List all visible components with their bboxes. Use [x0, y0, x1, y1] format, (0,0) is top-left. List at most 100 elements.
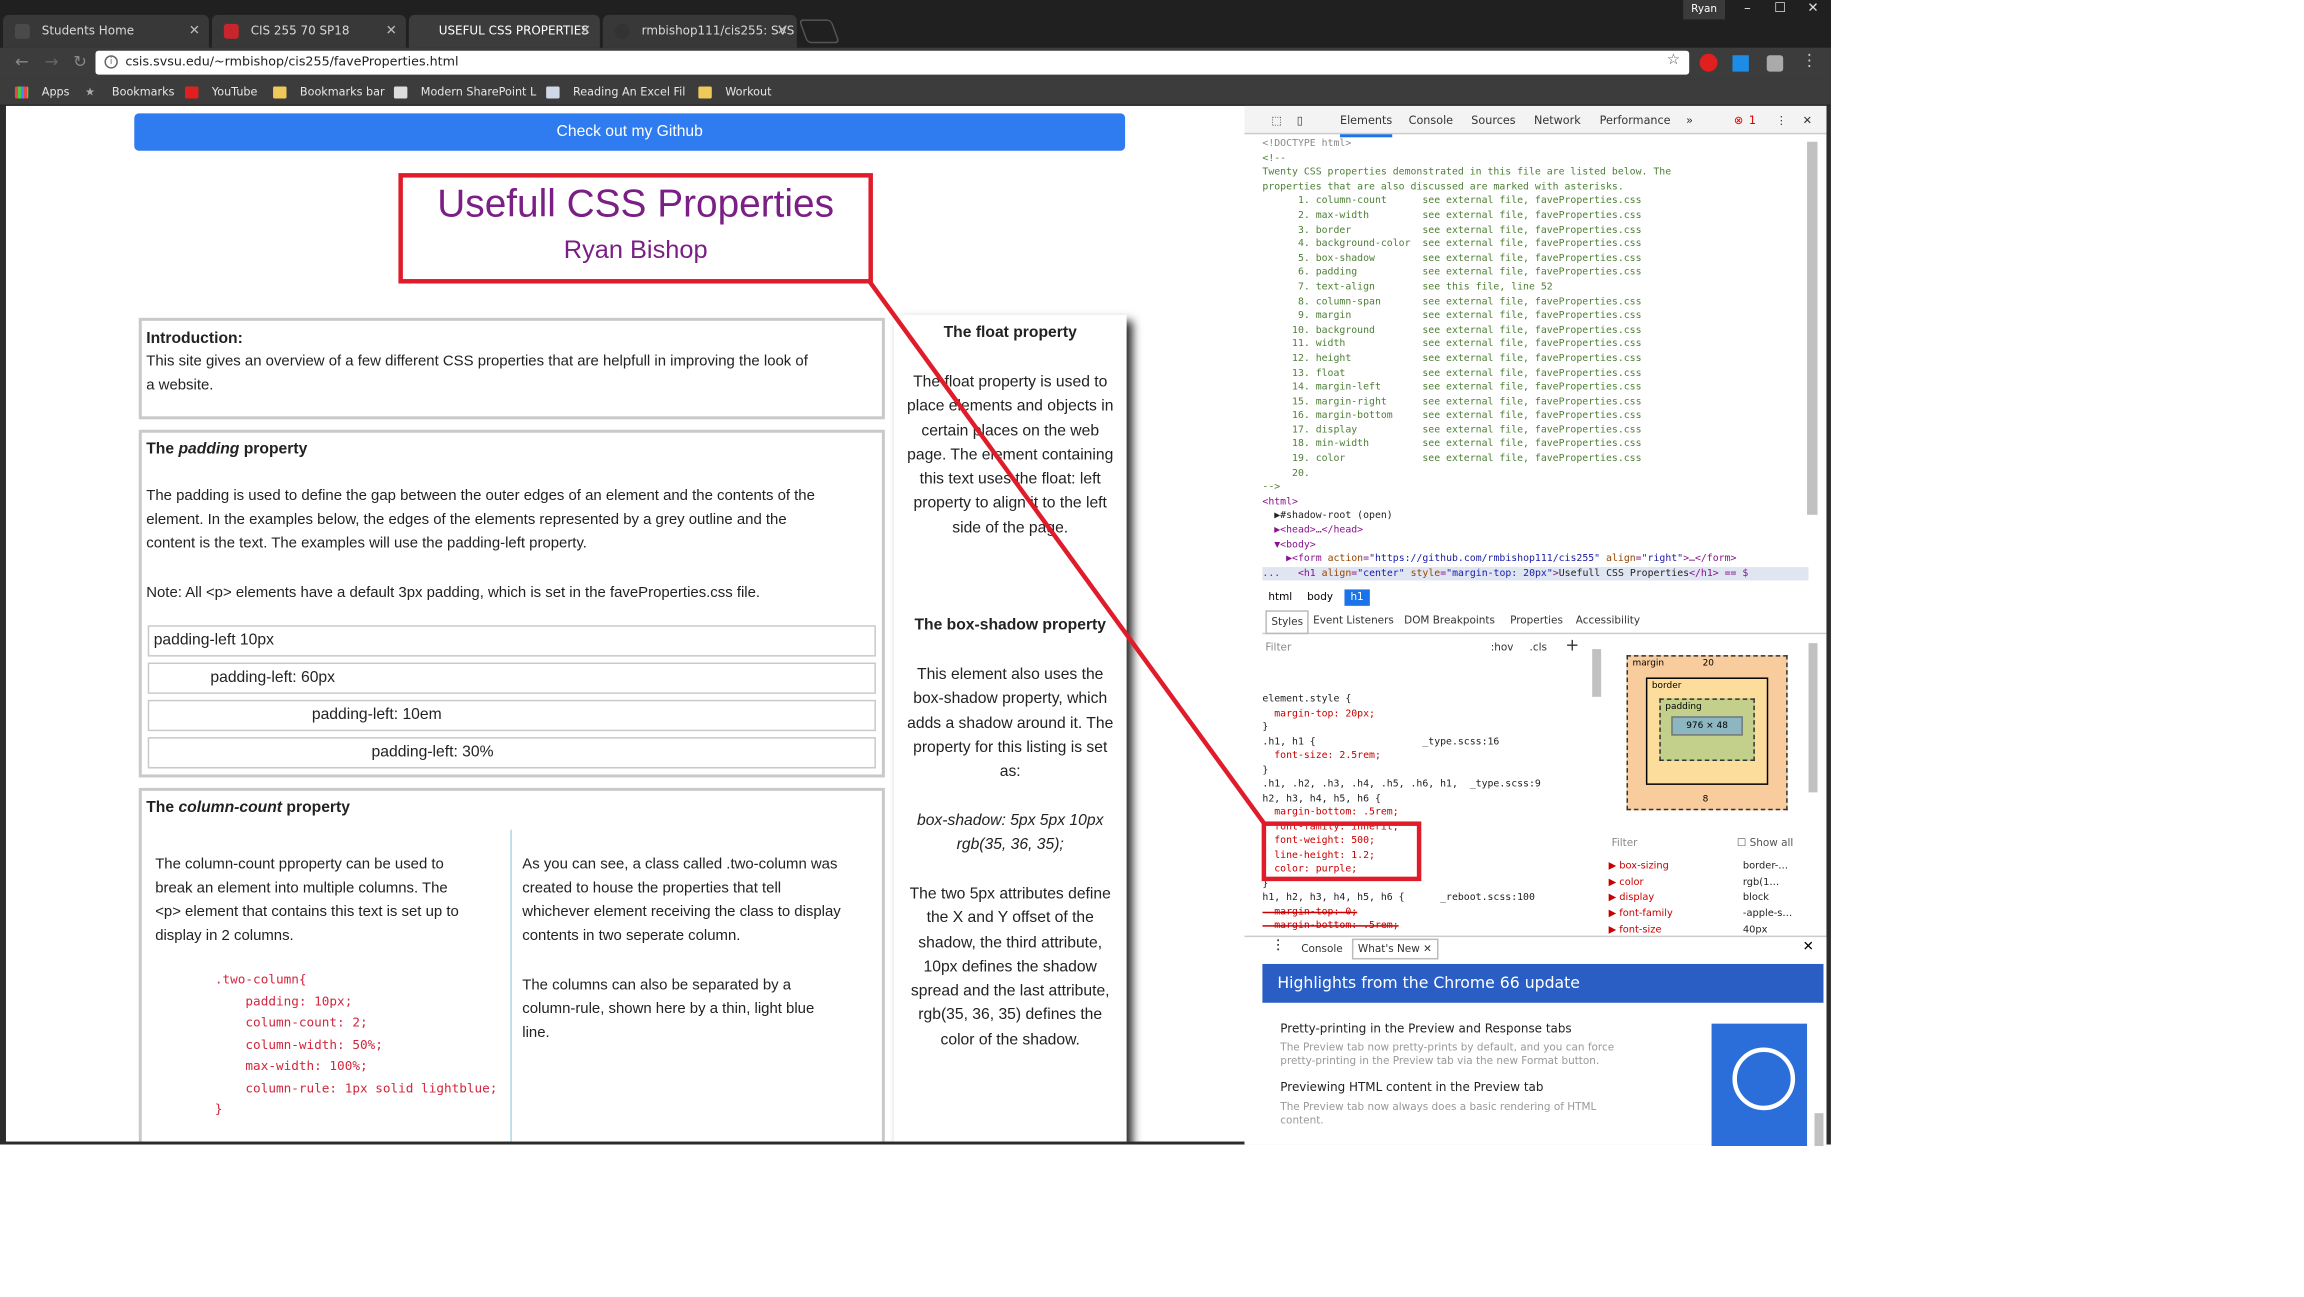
html-node[interactable]: <html>: [1262, 495, 1808, 509]
crumb-html[interactable]: html: [1268, 589, 1292, 605]
github-icon: [614, 23, 630, 39]
float-card: The float property The float property is…: [893, 314, 1127, 1142]
kebab-menu-icon[interactable]: ⋮: [1776, 106, 1787, 134]
subtab-event-listeners[interactable]: Event Listeners: [1313, 609, 1394, 634]
computed-filter-input[interactable]: Filter: [1612, 837, 1638, 849]
extension-icon[interactable]: [1766, 55, 1784, 72]
tab-performance[interactable]: Performance: [1600, 106, 1671, 134]
close-icon[interactable]: ✕: [580, 15, 591, 48]
shadow-root-node[interactable]: ▶#shadow-root (open): [1262, 509, 1808, 523]
inspect-icon[interactable]: ⬚: [1271, 106, 1282, 134]
tab-favicon: [223, 23, 239, 39]
chrome-update-illustration: [1711, 1023, 1808, 1147]
minimize-icon[interactable]: –: [1731, 0, 1764, 19]
computed-row[interactable]: ▶ box-sizing border-…: [1609, 858, 1818, 874]
show-all-checkbox[interactable]: ☐ Show all: [1737, 837, 1793, 849]
computed-row[interactable]: ▶ color rgb(1…: [1609, 874, 1818, 890]
bookmark-bookmarks[interactable]: ★ Bookmarks: [85, 79, 174, 106]
style-rule-line: font-family: inherit;: [1262, 819, 1399, 832]
computed-value: block: [1742, 891, 1770, 904]
bookmark-youtube[interactable]: YouTube: [185, 79, 257, 106]
subtab-properties[interactable]: Properties: [1510, 609, 1563, 634]
drawer-tab-whats-new[interactable]: What's New ✕: [1351, 938, 1438, 960]
tab-cis255[interactable]: CIS 255 70 SP18 ✕: [211, 14, 406, 48]
bookmark-excel[interactable]: Reading An Excel Fil: [546, 79, 685, 106]
device-icon[interactable]: ▯: [1297, 106, 1303, 134]
more-tabs-icon[interactable]: »: [1686, 106, 1693, 134]
computed-row[interactable]: ▶ font-family -apple-s…: [1609, 906, 1818, 922]
text-line: This element also uses the: [917, 665, 1104, 684]
bookmark-workout[interactable]: Workout: [698, 79, 771, 106]
body-node[interactable]: ▼<body>: [1262, 538, 1808, 552]
close-icon[interactable]: ✕: [386, 15, 397, 48]
close-devtools-icon[interactable]: ✕: [1803, 106, 1812, 134]
crumb-h1[interactable]: h1: [1344, 589, 1370, 606]
extension-icon[interactable]: [1699, 53, 1718, 72]
info-icon[interactable]: i: [104, 55, 118, 69]
subtab-accessibility[interactable]: Accessibility: [1576, 609, 1640, 634]
code-line: padding: 10px;: [214, 994, 353, 1010]
text-line: property to align it to the left: [913, 494, 1107, 513]
styles-scrollbar[interactable]: [1592, 649, 1602, 697]
code-line: max-width: 100%;: [214, 1059, 368, 1075]
drawer-scrollbar[interactable]: [1814, 1113, 1824, 1147]
hov-toggle[interactable]: :hov: [1491, 642, 1514, 654]
computed-scrollbar[interactable]: [1808, 643, 1818, 793]
reload-icon[interactable]: ↻: [73, 52, 87, 71]
profile-button[interactable]: Ryan: [1683, 0, 1725, 20]
heading-text: The: [146, 440, 179, 459]
tab-console[interactable]: Console: [1409, 106, 1453, 134]
elements-scrollbar[interactable]: [1807, 141, 1818, 515]
close-drawer-icon[interactable]: ✕: [1803, 940, 1814, 955]
sharepoint-icon: [393, 86, 408, 99]
style-rule-line: }: [1262, 763, 1269, 776]
tab-github[interactable]: rmbishop111/cis255: SVS ✕: [602, 14, 797, 48]
box-model-diagram: margin 20 border padding 976 × 48 8: [1626, 655, 1788, 811]
bookmark-apps[interactable]: Apps: [14, 79, 69, 106]
crumb-body[interactable]: body: [1307, 589, 1333, 605]
news-title[interactable]: Pretty-printing in the Preview and Respo…: [1280, 1022, 1571, 1035]
bookmark-sharepoint[interactable]: Modern SharePoint L: [393, 79, 536, 106]
heading-text: property: [282, 798, 350, 817]
styles-rules[interactable]: element.style { margin-top: 20px;} .h1, h…: [1262, 664, 1593, 962]
comment-line: -->: [1262, 480, 1281, 493]
new-tab-button[interactable]: [798, 19, 840, 44]
github-button[interactable]: Check out my Github: [134, 113, 1126, 151]
text-line: rgb(35, 36, 35) defines the: [918, 1006, 1103, 1025]
windows-extension-icon[interactable]: [1732, 55, 1749, 72]
styles-filter-input[interactable]: Filter: [1265, 642, 1291, 654]
head-node[interactable]: ▶<head>…</head>: [1262, 524, 1808, 538]
bookmark-star-icon[interactable]: ☆: [1667, 52, 1680, 68]
browser-window: Students Home ✕ CIS 255 70 SP18 ✕ USEFUL C…: [0, 0, 1831, 1147]
cls-toggle[interactable]: .cls: [1530, 642, 1547, 654]
h1-node[interactable]: ... <h1 align="center" style="margin-top…: [1262, 566, 1809, 582]
tab-students-home[interactable]: Students Home ✕: [2, 14, 209, 48]
address-bar[interactable]: i csis.svsu.edu/~rmbishop/cis255/favePro…: [95, 50, 1690, 75]
subtab-styles[interactable]: Styles: [1265, 610, 1310, 635]
tab-network[interactable]: Network: [1534, 106, 1581, 134]
news-title[interactable]: Previewing HTML content in the Preview t…: [1280, 1080, 1543, 1093]
tab-sources[interactable]: Sources: [1471, 106, 1515, 134]
elements-tree[interactable]: <!DOCTYPE html> <!-- Twenty CSS properties…: [1262, 137, 1809, 585]
computed-row[interactable]: ▶ display block: [1609, 890, 1818, 906]
close-window-icon[interactable]: ✕: [1797, 0, 1830, 19]
column-right-text: column-rule, shown here by a thin, light…: [522, 1001, 815, 1018]
bookmark-folder[interactable]: Bookmarks bar: [273, 79, 385, 106]
subtab-dom-breakpoints[interactable]: DOM Breakpoints: [1404, 609, 1495, 634]
tab-useful-css[interactable]: USEFUL CSS PROPERTIES ✕: [408, 14, 600, 48]
drawer-tab-console[interactable]: Console: [1301, 943, 1342, 955]
forward-icon[interactable]: →: [45, 52, 59, 71]
bookmark-label: Bookmarks bar: [299, 85, 385, 99]
menu-icon[interactable]: ⋮: [1801, 51, 1817, 70]
close-icon[interactable]: ✕: [777, 15, 788, 48]
add-rule-icon[interactable]: +: [1565, 636, 1579, 655]
maximize-icon[interactable]: ☐: [1764, 0, 1797, 19]
form-node[interactable]: ▶<form action="https://github.com/rmbish…: [1262, 552, 1808, 566]
comment-property-line: 18. min-width see external file, favePro…: [1262, 437, 1642, 450]
drawer-menu-icon[interactable]: ⋮: [1271, 939, 1284, 954]
tab-elements[interactable]: Elements: [1339, 106, 1393, 138]
news-desc: pretty-printing in the Preview tab via t…: [1280, 1054, 1600, 1067]
back-icon[interactable]: ←: [15, 52, 29, 71]
error-icon[interactable]: ⊗: [1734, 106, 1743, 134]
close-icon[interactable]: ✕: [189, 15, 200, 48]
